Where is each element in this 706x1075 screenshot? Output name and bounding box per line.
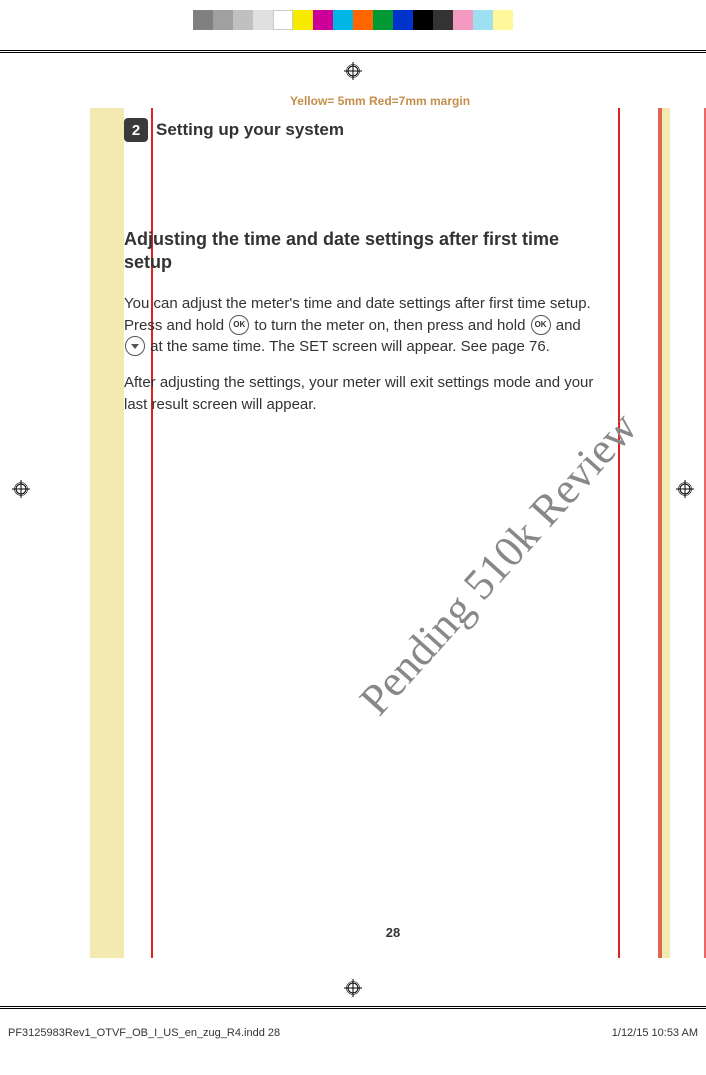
page-content-box: 2 Setting up your system Adjusting the t… (124, 108, 662, 958)
slug-timestamp: 1/12/15 10:53 AM (612, 1027, 698, 1039)
registration-mark-icon (12, 480, 30, 498)
red-guide-right (618, 108, 620, 958)
section-number-badge: 2 (124, 118, 148, 142)
crop-line-top (0, 52, 706, 53)
watermark-text: Pending 510k Review (349, 402, 647, 725)
section-title: Setting up your system (156, 120, 344, 140)
page-number: 28 (124, 925, 662, 940)
body-content: Adjusting the time and date settings aft… (124, 228, 602, 430)
paragraph-2: After adjusting the settings, your meter… (124, 372, 602, 416)
down-button-icon (125, 336, 145, 356)
registration-mark-icon (344, 979, 362, 997)
paragraph-1: You can adjust the meter's time and date… (124, 293, 602, 358)
para1-text-d: at the same time. The SET screen will ap… (146, 338, 550, 355)
ok-button-icon: OK (229, 315, 249, 335)
registration-mark-icon (344, 62, 362, 80)
page-bleed-box: Yellow= 5mm Red=7mm margin 2 Setting up … (90, 108, 670, 958)
registration-mark-icon (676, 480, 694, 498)
para1-text-b: to turn the meter on, then press and hol… (250, 317, 529, 334)
footer-slug: PF3125983Rev1_OTVF_OB_I_US_en_zug_R4.ind… (8, 1027, 698, 1039)
crop-line-bottom (0, 1008, 706, 1009)
subheading: Adjusting the time and date settings aft… (124, 228, 602, 275)
crop-line-top (0, 50, 706, 51)
slug-filename: PF3125983Rev1_OTVF_OB_I_US_en_zug_R4.ind… (8, 1027, 280, 1039)
red-guide-edge (658, 108, 662, 958)
margin-note: Yellow= 5mm Red=7mm margin (90, 94, 670, 108)
section-header: 2 Setting up your system (124, 118, 344, 142)
crop-line-bottom (0, 1006, 706, 1007)
ok-button-icon: OK (531, 315, 551, 335)
color-calibration-bar (193, 10, 513, 30)
para1-text-c: and (552, 317, 581, 334)
